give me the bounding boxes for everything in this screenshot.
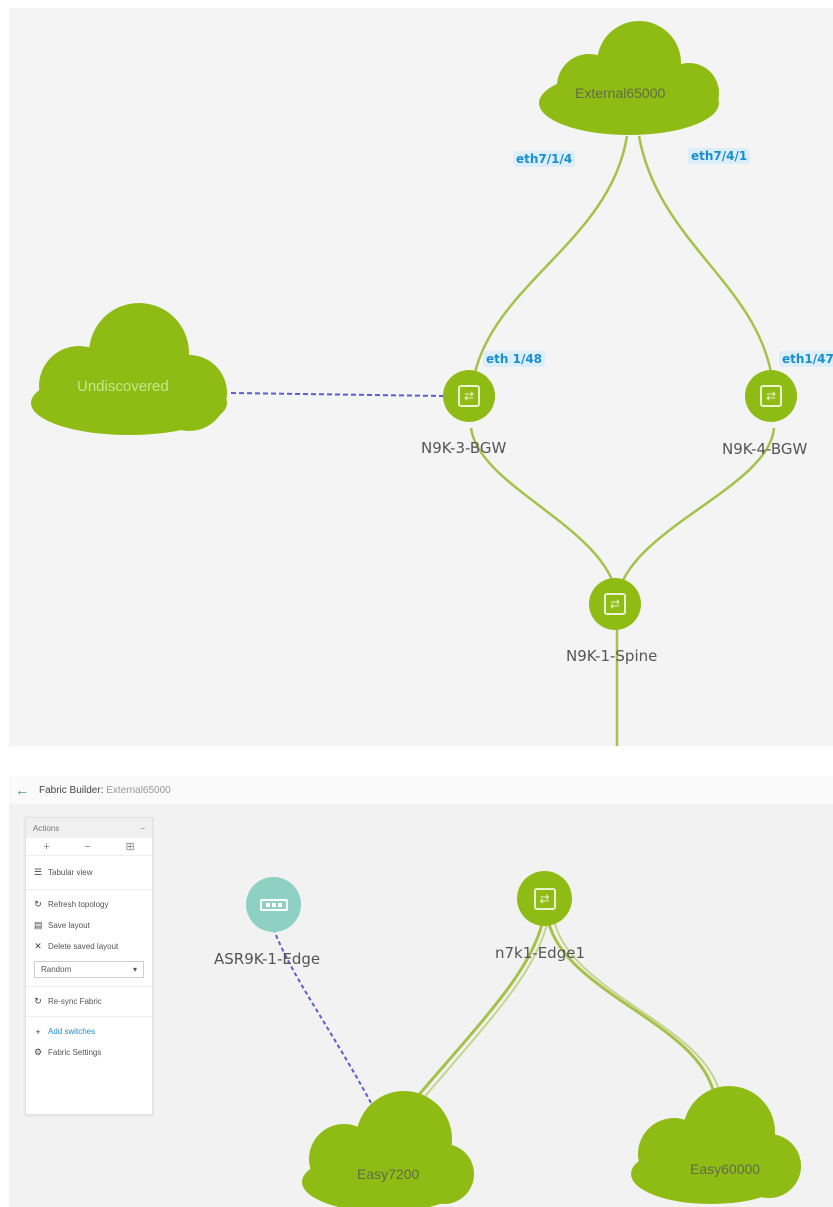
action-label: Re-sync Fabric bbox=[48, 997, 102, 1006]
zoom-controls: + − ⊞ bbox=[26, 838, 152, 856]
switch-label-spine: N9K-1-Spine bbox=[566, 647, 658, 665]
action-tabular-view[interactable]: ☰ Tabular view bbox=[26, 862, 152, 883]
fabric-builder-canvas: ASR9K-1-Edge ⇄ n7k1-Edge1 Easy7200 Easy6… bbox=[9, 804, 833, 1207]
action-save-layout[interactable]: ▤ Save layout bbox=[26, 915, 152, 936]
switch-icon: ⇄ bbox=[604, 593, 626, 615]
switch-icon: ⇄ bbox=[458, 385, 480, 407]
switch-icon: ⇄ bbox=[760, 385, 782, 407]
cloud-easy7200-shape bbox=[302, 1091, 474, 1207]
action-add-switches[interactable]: + Add switches bbox=[26, 1021, 152, 1042]
cloud-label-external[interactable]: External65000 bbox=[575, 85, 665, 101]
switch-node-spine[interactable]: ⇄ bbox=[589, 578, 641, 630]
action-label: Tabular view bbox=[48, 868, 93, 877]
layout-select[interactable]: Random ▾ bbox=[34, 961, 144, 978]
save-icon: ▤ bbox=[34, 920, 43, 930]
fit-button[interactable]: ⊞ bbox=[125, 840, 134, 853]
close-icon: ✕ bbox=[34, 941, 42, 951]
actions-title: Actions bbox=[33, 823, 60, 833]
layout-select-value: Random bbox=[41, 965, 72, 974]
action-label: Refresh topology bbox=[48, 900, 109, 909]
action-resync-fabric[interactable]: ↻ Re-sync Fabric bbox=[26, 991, 152, 1012]
actions-panel: Actions − + − ⊞ ☰ Tabular view ↻ Refresh… bbox=[25, 817, 153, 1115]
page-title: Fabric Builder: bbox=[39, 784, 104, 796]
switch-label-bgw3: N9K-3-BGW bbox=[421, 439, 507, 457]
link-undiscovered-bgw3 bbox=[230, 392, 446, 397]
router-icon bbox=[259, 898, 288, 911]
switch-node-bgw4[interactable]: ⇄ bbox=[745, 370, 797, 422]
actions-header: Actions − bbox=[26, 818, 152, 838]
cloud-external-shape bbox=[539, 21, 719, 135]
action-refresh-topology[interactable]: ↻ Refresh topology bbox=[26, 894, 152, 915]
action-label: Save layout bbox=[48, 921, 90, 930]
refresh-icon: ↻ bbox=[34, 899, 42, 909]
collapse-button[interactable]: − bbox=[140, 824, 145, 833]
cloud-undiscovered-shape bbox=[31, 303, 227, 435]
action-label: Delete saved layout bbox=[48, 942, 119, 951]
zoom-out-button[interactable]: − bbox=[84, 841, 90, 853]
refresh-icon: ↻ bbox=[34, 996, 42, 1006]
router-node-asr[interactable] bbox=[246, 877, 301, 932]
action-label: Add switches bbox=[48, 1027, 96, 1036]
cloud-label-undiscovered[interactable]: Undiscovered bbox=[77, 378, 169, 395]
switch-icon: ⇄ bbox=[533, 887, 556, 910]
port-label-bgw4: eth1/47 bbox=[779, 351, 833, 367]
node-label-n7k: n7k1-Edge1 bbox=[495, 944, 585, 962]
chevron-down-icon: ▾ bbox=[132, 965, 137, 974]
port-label-ext-right: eth7/4/1 bbox=[688, 148, 751, 164]
cloud-easy60000-shape bbox=[631, 1086, 801, 1204]
port-label-bgw3: eth 1/48 bbox=[483, 351, 546, 367]
action-label: Fabric Settings bbox=[48, 1048, 102, 1057]
switch-label-bgw4: N9K-4-BGW bbox=[722, 440, 808, 458]
topology-view-top: External65000 Undiscovered eth7/1/4 eth7… bbox=[9, 8, 833, 746]
cloud-label-easy60000[interactable]: Easy60000 bbox=[690, 1161, 760, 1177]
action-fabric-settings[interactable]: ⚙ Fabric Settings bbox=[26, 1042, 152, 1063]
fabric-builder-header: ← Fabric Builder: External65000 bbox=[9, 776, 833, 804]
switch-node-n7k[interactable]: ⇄ bbox=[517, 871, 572, 926]
action-delete-saved-layout[interactable]: ✕ Delete saved layout bbox=[26, 936, 152, 957]
zoom-in-button[interactable]: + bbox=[43, 841, 49, 853]
plus-icon: + bbox=[35, 1026, 41, 1037]
gear-icon: ⚙ bbox=[34, 1047, 43, 1057]
back-arrow-icon[interactable]: ← bbox=[15, 782, 29, 798]
node-label-asr: ASR9K-1-Edge bbox=[214, 950, 321, 968]
cloud-label-easy7200[interactable]: Easy7200 bbox=[357, 1166, 419, 1182]
switch-node-bgw3[interactable]: ⇄ bbox=[443, 370, 495, 422]
fabric-name: External65000 bbox=[106, 784, 171, 796]
port-label-ext-left: eth7/1/4 bbox=[513, 151, 576, 167]
list-icon: ☰ bbox=[34, 867, 43, 877]
link-external-bgw4 bbox=[637, 135, 776, 397]
topology-links bbox=[31, 21, 776, 746]
